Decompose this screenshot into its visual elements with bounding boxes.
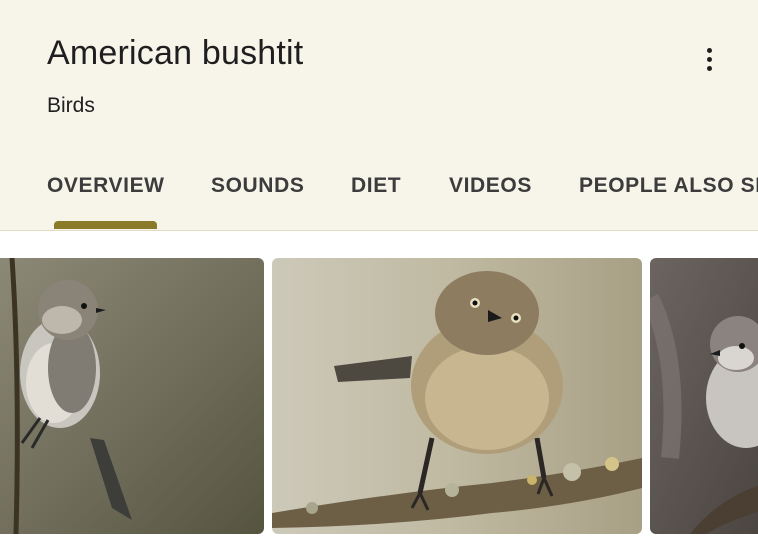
- tab-people-also-search-for[interactable]: PEOPLE ALSO SEARCH FOR: [579, 174, 758, 198]
- tab-sounds[interactable]: SOUNDS: [211, 174, 304, 198]
- bird-image-1[interactable]: [0, 258, 264, 534]
- image-carousel: [0, 258, 758, 536]
- entity-title: American bushtit: [47, 34, 304, 72]
- knowledge-panel-header: American bushtit Birds OVERVIEW SOUNDS D…: [0, 0, 758, 231]
- bird-image-2[interactable]: [272, 258, 642, 534]
- tab-videos[interactable]: VIDEOS: [449, 174, 532, 198]
- tab-bar: OVERVIEW SOUNDS DIET VIDEOS PEOPLE ALSO …: [0, 170, 758, 230]
- more-vert-icon[interactable]: [696, 42, 722, 76]
- active-tab-indicator: [54, 221, 157, 229]
- tab-overview[interactable]: OVERVIEW: [47, 174, 165, 198]
- bird-image-3[interactable]: [650, 258, 758, 534]
- entity-category: Birds: [47, 94, 95, 117]
- tab-diet[interactable]: DIET: [351, 174, 401, 198]
